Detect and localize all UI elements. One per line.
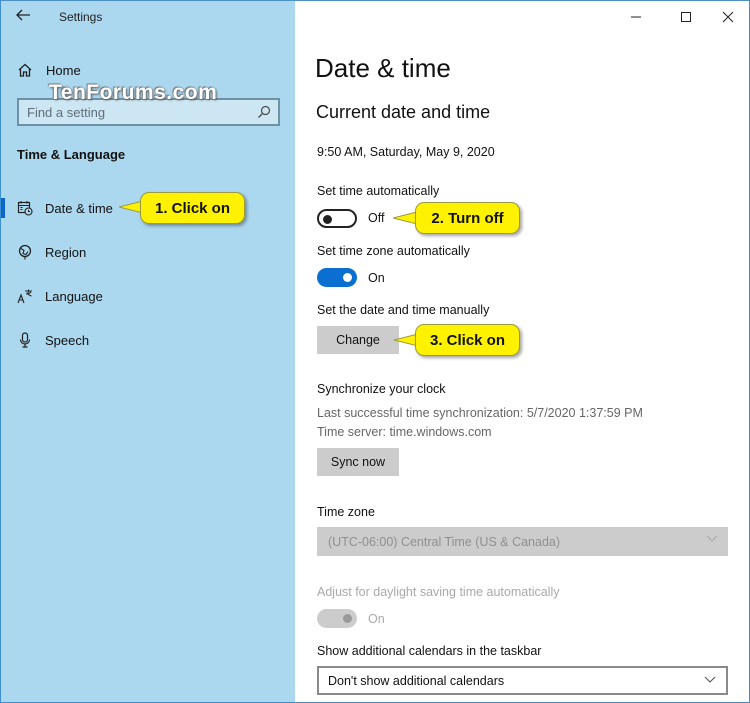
maximize-icon: [681, 12, 691, 22]
time-server-text: Time server: time.windows.com: [317, 425, 492, 439]
back-button[interactable]: [15, 7, 35, 27]
set-time-auto-label: Set time automatically: [317, 184, 440, 198]
back-arrow-icon: [16, 9, 30, 21]
sync-now-button[interactable]: Sync now: [317, 448, 399, 476]
minimize-icon: [631, 16, 641, 18]
search-icon[interactable]: [256, 104, 272, 120]
calendar-clock-icon: [17, 200, 33, 216]
calendars-select[interactable]: Don't show additional calendars: [317, 666, 728, 695]
calendars-value: Don't show additional calendars: [328, 673, 505, 688]
page-title: Date & time: [315, 53, 451, 83]
toggle-knob: [323, 214, 332, 224]
sidebar-item-home[interactable]: Home: [17, 59, 81, 81]
globe-icon: [17, 244, 33, 260]
toggle-knob: [343, 614, 352, 623]
sidebar-item-label: Language: [45, 288, 103, 304]
current-date-time-heading: Current date and time: [316, 102, 491, 122]
chevron-down-icon: [704, 676, 716, 683]
chevron-down-icon: [706, 535, 718, 542]
dst-label: Adjust for daylight saving time automati…: [317, 585, 560, 599]
language-icon: [17, 288, 33, 304]
current-datetime: 9:50 AM, Saturday, May 9, 2020: [317, 145, 495, 159]
set-timezone-auto-label: Set time zone automatically: [317, 244, 470, 258]
settings-window: Settings Home TenForums.com Time & Langu…: [0, 0, 750, 703]
section-heading: Time & Language: [17, 147, 126, 162]
callout-step-3: 3. Click on: [415, 324, 520, 356]
sidebar-item-language[interactable]: Language: [1, 278, 295, 314]
set-time-auto-toggle[interactable]: [317, 209, 357, 228]
home-icon: [18, 63, 32, 77]
sidebar-item-label: Date & time: [45, 200, 113, 216]
sidebar-item-region[interactable]: Region: [1, 234, 295, 270]
calendars-label: Show additional calendars in the taskbar: [317, 644, 542, 658]
window-title: Settings: [59, 10, 103, 24]
set-timezone-auto-toggle[interactable]: [317, 268, 357, 287]
maximize-button[interactable]: [671, 5, 701, 29]
timezone-value: (UTC-06:00) Central Time (US & Canada): [328, 534, 561, 549]
close-icon: [722, 11, 734, 23]
home-label: Home: [46, 62, 81, 78]
close-button[interactable]: [713, 5, 743, 29]
manual-label: Set the date and time manually: [317, 303, 490, 317]
set-timezone-auto-state: On: [368, 271, 385, 285]
set-time-auto-state: Off: [368, 211, 385, 225]
timezone-label: Time zone: [317, 505, 375, 519]
sidebar: Settings Home TenForums.com Time & Langu…: [1, 1, 295, 702]
sidebar-item-label: Region: [45, 244, 87, 260]
watermark: TenForums.com: [49, 81, 218, 104]
toggle-knob: [343, 273, 352, 282]
sidebar-item-label: Speech: [45, 332, 90, 348]
change-button[interactable]: Change: [317, 326, 399, 354]
callout-pointer-2: [393, 211, 417, 225]
minimize-button[interactable]: [621, 5, 651, 29]
timezone-select[interactable]: (UTC-06:00) Central Time (US & Canada): [317, 527, 728, 556]
dst-toggle[interactable]: [317, 609, 357, 628]
dst-state: On: [368, 612, 385, 626]
callout-step-2: 2. Turn off: [415, 202, 520, 234]
sync-heading: Synchronize your clock: [317, 382, 446, 396]
microphone-icon: [17, 332, 33, 348]
last-sync-text: Last successful time synchronization: 5/…: [317, 406, 643, 420]
content-pane: Date & time Current date and time 9:50 A…: [295, 1, 749, 702]
callout-step-1: 1. Click on: [140, 192, 245, 224]
sidebar-item-speech[interactable]: Speech: [1, 322, 295, 358]
